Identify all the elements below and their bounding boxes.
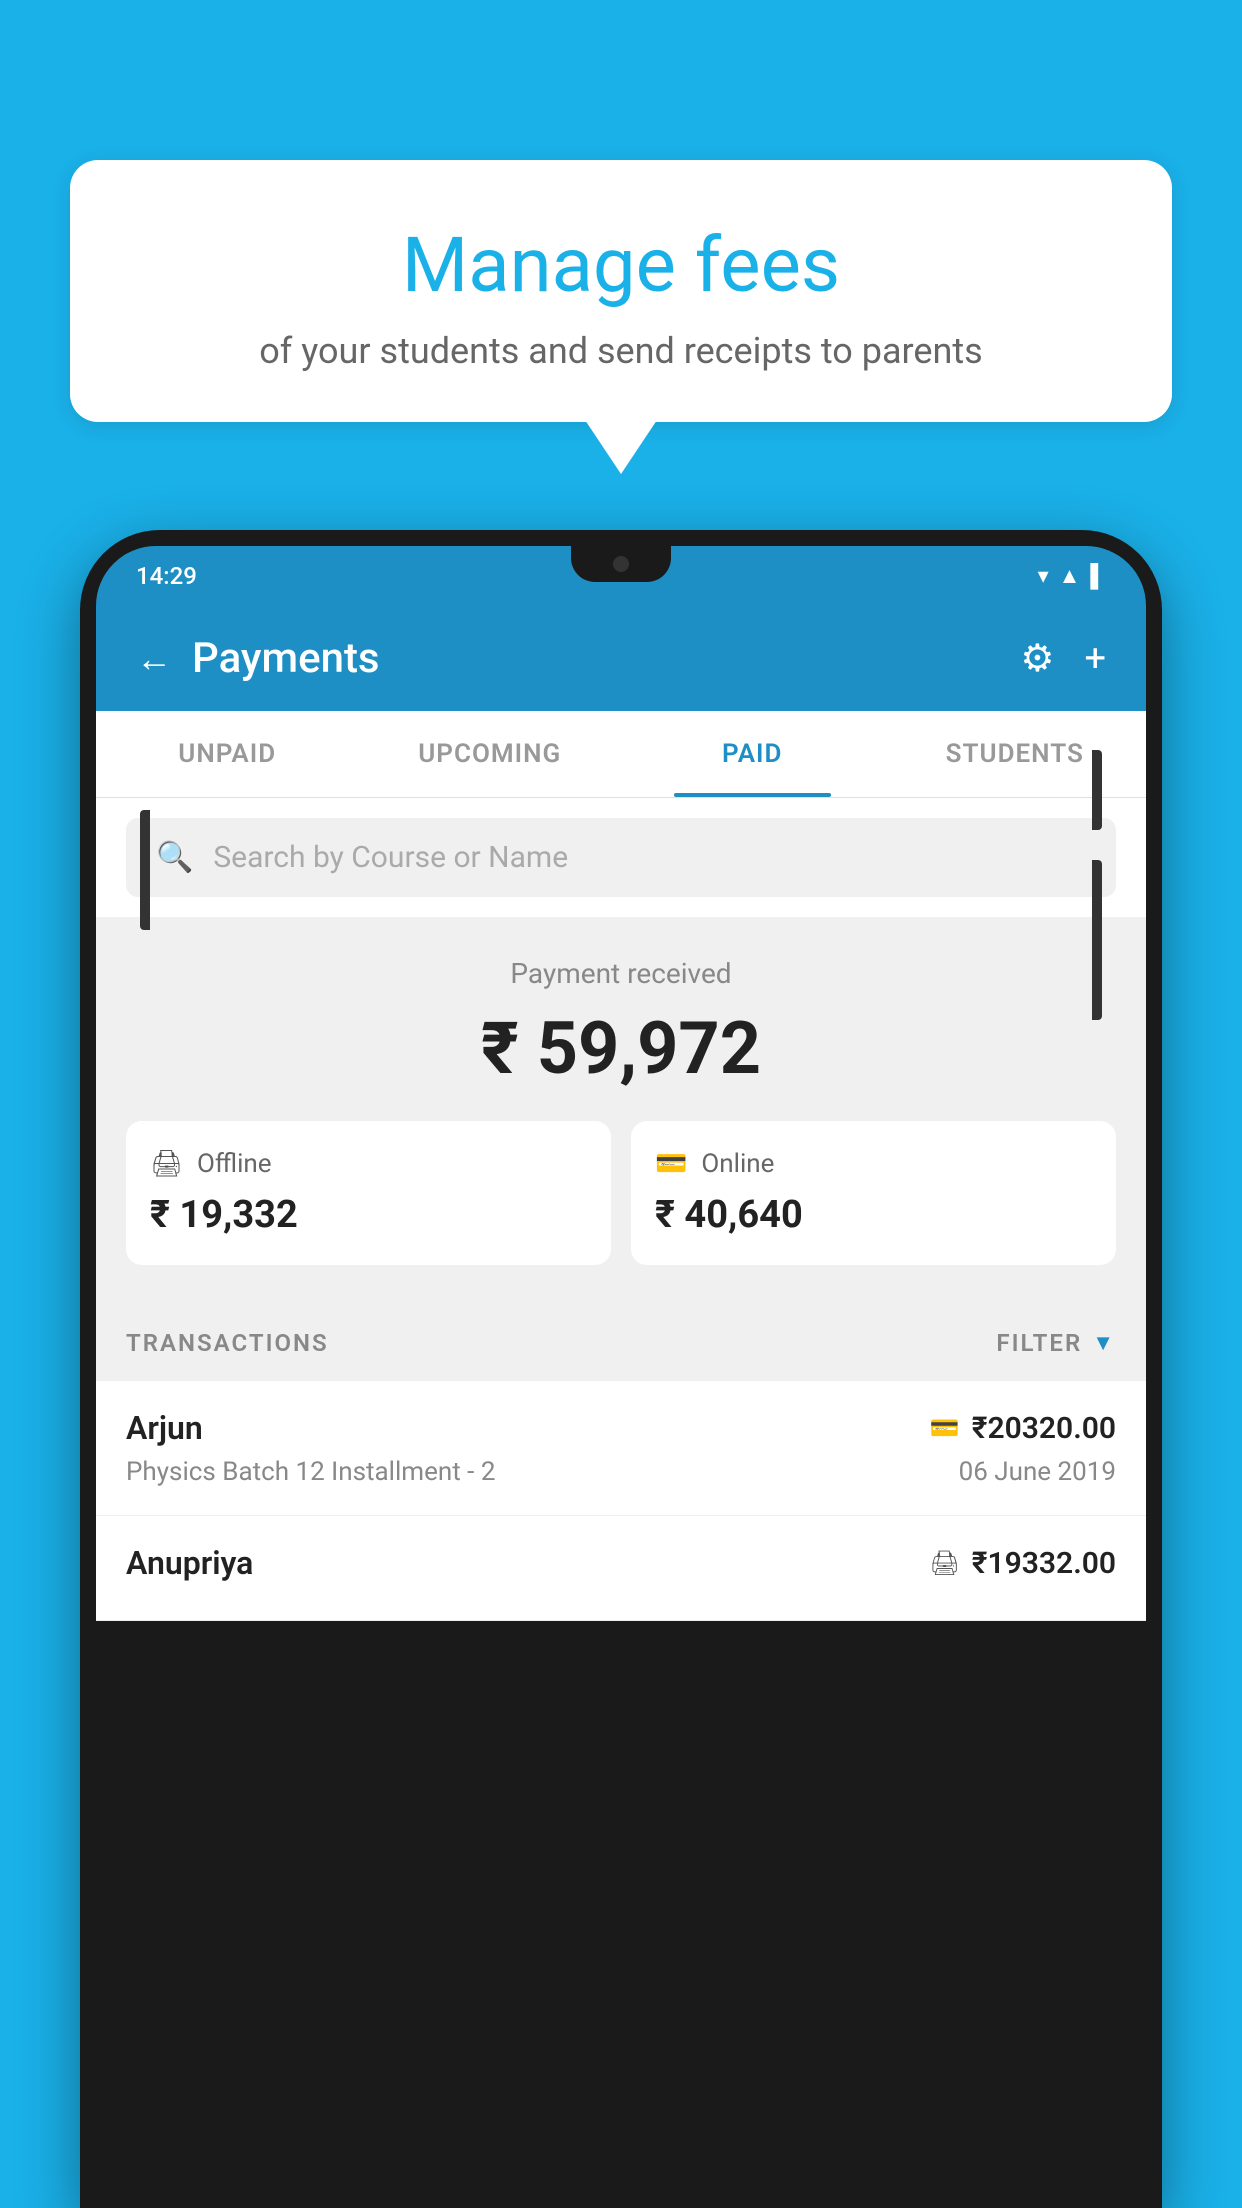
signal-icon: ▲	[1059, 563, 1081, 589]
search-icon: 🔍	[156, 840, 193, 875]
bubble-title: Manage fees	[120, 220, 1122, 310]
wifi-icon: ▾	[1038, 564, 1049, 589]
offline-icon: 🖨	[150, 1149, 183, 1179]
transaction-amount-row: 🖨 ₹19332.00	[929, 1546, 1116, 1581]
back-button[interactable]: ←	[136, 638, 172, 680]
transaction-bottom: Physics Batch 12 Installment - 2 06 June…	[126, 1457, 1116, 1487]
transactions-label: TRANSACTIONS	[126, 1329, 329, 1357]
search-bar[interactable]: 🔍 Search by Course or Name	[126, 818, 1116, 897]
search-placeholder: Search by Course or Name	[213, 840, 568, 875]
tab-paid[interactable]: PAID	[621, 711, 884, 797]
tab-unpaid[interactable]: UNPAID	[96, 711, 359, 797]
filter-icon: ▼	[1092, 1330, 1116, 1356]
offline-label: Offline	[197, 1149, 272, 1179]
notch	[571, 546, 671, 582]
transaction-type-icon: 💳	[930, 1414, 960, 1442]
transactions-header: TRANSACTIONS FILTER ▼	[96, 1305, 1146, 1381]
transaction-top: Anupriya 🖨 ₹19332.00	[126, 1544, 1116, 1582]
transaction-row[interactable]: Arjun 💳 ₹20320.00 Physics Batch 12 Insta…	[96, 1381, 1146, 1516]
transaction-top: Arjun 💳 ₹20320.00	[126, 1409, 1116, 1447]
payment-cards: 🖨 Offline ₹ 19,332 💳 Online ₹ 40,640	[126, 1121, 1116, 1265]
side-button-volume-right	[1092, 860, 1102, 1020]
side-button-volume	[140, 810, 150, 930]
transaction-row[interactable]: Anupriya 🖨 ₹19332.00	[96, 1516, 1146, 1621]
transaction-amount-row: 💳 ₹20320.00	[930, 1411, 1116, 1446]
tabs-bar: UNPAID UPCOMING PAID STUDENTS	[96, 711, 1146, 798]
phone-frame: 14:29 ▾ ▲ ▌ ← Payments ⚙ + UNPAID UPCOMI…	[80, 530, 1162, 2208]
offline-amount: ₹ 19,332	[150, 1193, 587, 1237]
app-header: ← Payments ⚙ +	[96, 606, 1146, 711]
transaction-name: Arjun	[126, 1409, 203, 1447]
transaction-amount: ₹19332.00	[972, 1546, 1116, 1581]
settings-icon[interactable]: ⚙	[1020, 636, 1054, 681]
transaction-name: Anupriya	[126, 1544, 253, 1582]
online-icon: 💳	[655, 1149, 687, 1179]
search-container: 🔍 Search by Course or Name	[96, 798, 1146, 917]
online-card: 💳 Online ₹ 40,640	[631, 1121, 1116, 1265]
status-time: 14:29	[136, 562, 197, 590]
battery-icon: ▌	[1090, 563, 1106, 589]
header-right: ⚙ +	[1020, 636, 1106, 681]
speech-bubble: Manage fees of your students and send re…	[70, 160, 1172, 422]
payment-received-label: Payment received	[126, 957, 1116, 990]
filter-button[interactable]: FILTER ▼	[996, 1329, 1116, 1357]
status-icons: ▾ ▲ ▌	[1038, 563, 1106, 589]
online-card-header: 💳 Online	[655, 1149, 1092, 1179]
online-amount: ₹ 40,640	[655, 1193, 1092, 1237]
phone-screen: ← Payments ⚙ + UNPAID UPCOMING PAID STUD…	[96, 606, 1146, 1621]
filter-text: FILTER	[996, 1329, 1082, 1357]
header-title: Payments	[192, 634, 380, 683]
transaction-amount: ₹20320.00	[972, 1411, 1116, 1446]
header-left: ← Payments	[136, 634, 380, 683]
bubble-subtitle: of your students and send receipts to pa…	[120, 330, 1122, 372]
total-amount: ₹ 59,972	[126, 1006, 1116, 1091]
status-bar: 14:29 ▾ ▲ ▌	[96, 546, 1146, 606]
add-button[interactable]: +	[1084, 637, 1106, 681]
tab-students[interactable]: STUDENTS	[884, 711, 1147, 797]
tab-upcoming[interactable]: UPCOMING	[359, 711, 622, 797]
online-label: Online	[701, 1149, 774, 1179]
transaction-type-icon: 🖨	[929, 1549, 959, 1577]
payment-summary: Payment received ₹ 59,972 🖨 Offline ₹ 19…	[96, 917, 1146, 1305]
transaction-date: 06 June 2019	[959, 1457, 1116, 1487]
offline-card-header: 🖨 Offline	[150, 1149, 587, 1179]
transaction-detail: Physics Batch 12 Installment - 2	[126, 1457, 495, 1487]
offline-card: 🖨 Offline ₹ 19,332	[126, 1121, 611, 1265]
camera	[613, 556, 629, 572]
